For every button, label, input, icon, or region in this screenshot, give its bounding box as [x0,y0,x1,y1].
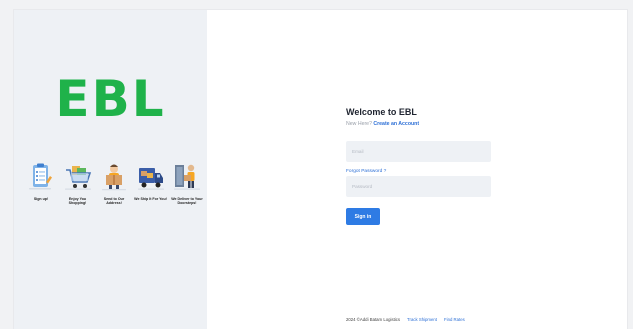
step-label: We Deliver to Your Doorsteps! [171,197,203,206]
signup-prompt: New Here? Create an Account [346,121,506,127]
delivery-truck-icon [137,168,164,190]
brand-panel: EBL Sign up! Enjoy You Shopping! Send to… [14,10,207,329]
delivery-person-icon [174,164,200,190]
send-package-icon [102,164,126,191]
track-shipment-link[interactable]: Track Shipment [407,317,437,322]
step-label: Enjoy You Shopping! [68,197,87,206]
page-frame: EBL Sign up! Enjoy You Shopping! Send to… [14,10,627,329]
step-ship: We Ship It For You! [134,162,168,206]
create-account-link[interactable]: Create an Account [373,121,419,127]
clipboard-signup-icon [29,163,52,190]
login-panel: Welcome to EBL New Here? Create an Accou… [207,10,627,329]
login-form: Welcome to EBL New Here? Create an Accou… [346,107,506,225]
step-signup: Sign up! [24,162,58,206]
email-placeholder: Email [352,149,364,154]
step-label: We Ship It For You! [134,197,167,201]
new-here-text: New Here? [346,121,372,127]
page-title: Welcome to EBL [346,107,417,117]
forgot-password-link[interactable]: Forgot Password ? [346,169,506,174]
password-placeholder: Password [352,184,373,189]
step-send-address: Send to Our Address! [97,162,131,206]
step-shopping: Enjoy You Shopping! [61,162,95,206]
step-deliver: We Deliver to Your Doorsteps! [170,162,204,206]
copyright-text: 2024 ©Addi Batam Logistics [346,317,401,322]
shopping-cart-icon [64,166,91,190]
step-label: Send to Our Address! [103,197,125,206]
email-field[interactable]: Email [346,141,491,162]
ebl-logo: EBL [55,70,166,128]
step-label: Sign up! [33,197,49,201]
process-steps: Sign up! Enjoy You Shopping! Send to Our… [24,162,204,206]
password-field[interactable]: Password [346,176,491,197]
footer: 2024 ©Addi Batam Logistics Track Shipmen… [346,317,465,322]
find-rates-link[interactable]: Find Rates [444,317,465,322]
signin-button[interactable]: Sign in [346,208,380,225]
